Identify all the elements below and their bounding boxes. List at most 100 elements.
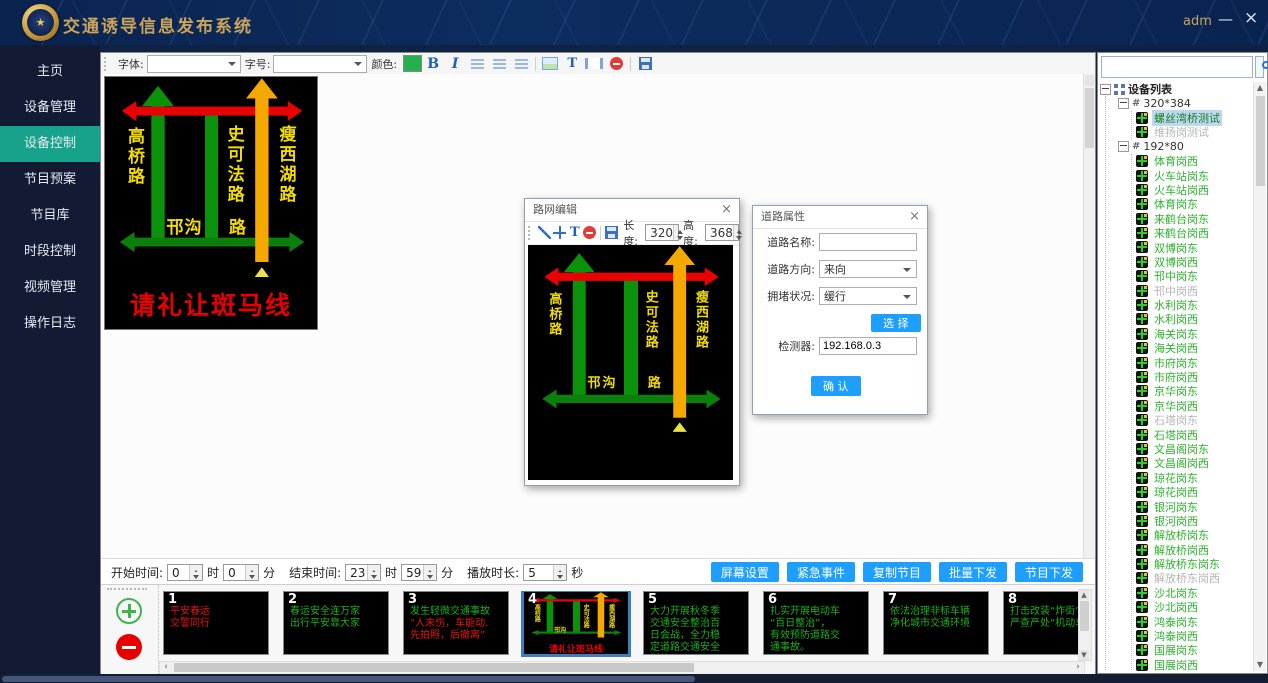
scroll-up-arrow[interactable] [1085,75,1094,86]
delete-button[interactable] [583,224,596,242]
close-icon[interactable]: × [1244,8,1258,28]
tree-device-item[interactable]: 文昌阁岗东 [1136,442,1255,456]
tree-device-item[interactable]: 海关岗东 [1136,327,1255,341]
action-button[interactable]: 批量下发 [939,562,1007,582]
color-swatch[interactable] [403,55,422,72]
tree-device-item[interactable]: 鸿泰岗东 [1136,614,1255,628]
sidebar-item[interactable]: 视频管理 [0,270,100,306]
columns-button[interactable] [584,55,604,73]
tree-device-item[interactable]: 解放桥岗东 [1136,528,1255,542]
tree-device-item[interactable]: 邗中岗东 [1136,269,1255,283]
action-button[interactable]: 复制节目 [863,562,931,582]
end-minute-spinner[interactable]: 59 [401,564,437,581]
tree-device-item[interactable]: 琼花岗西 [1136,485,1255,499]
select-button[interactable]: 选 择 [871,314,921,332]
sidebar-item[interactable]: 节目预案 [0,162,100,198]
tree-device-item[interactable]: 国展岗东 [1136,643,1255,657]
action-button[interactable]: 紧急事件 [787,562,855,582]
italic-button[interactable]: I [445,55,465,73]
sidebar-item[interactable]: 时段控制 [0,234,100,270]
led-sign-preview[interactable]: 高桥路 史可法路 瘦西湖路 邗沟 路 请礼让斑马线 [104,76,318,330]
tree-root[interactable]: 设备列表 [1100,82,1255,96]
tree-device-item[interactable]: 京华岗西 [1136,399,1255,413]
tree-device-item[interactable]: 邗中岗西 [1136,283,1255,297]
search-button[interactable] [1255,56,1264,78]
text-button[interactable]: T [568,224,581,242]
close-icon[interactable]: × [909,206,920,228]
tree-device-item[interactable]: 体育岗西 [1136,154,1255,168]
program-thumb[interactable]: 8 打击改装“炸街”严查严处“机动车 高桥路 史可法路 瘦西 [1003,591,1081,655]
tree-device-item[interactable]: 解放桥东岗西 [1136,571,1255,585]
sidebar-item[interactable]: 主页 [0,54,100,90]
action-button[interactable]: 屏幕设置 [711,562,779,582]
tree-device-item[interactable]: 石塔岗东 [1136,413,1255,427]
tree-device-item[interactable]: 体育岗东 [1136,197,1255,211]
green-middle-road[interactable] [624,274,637,399]
dialog-titlebar[interactable]: 道路属性 × [753,206,927,229]
tree-device-item[interactable]: 解放桥东岗东 [1136,557,1255,571]
scrollbar-thumb[interactable] [174,663,694,672]
thumbs-vertical-scrollbar[interactable]: ▲ ▼ [1078,589,1092,661]
tree-device-item[interactable]: 沙北岗东 [1136,586,1255,600]
scroll-right-arrow[interactable]: › [1072,662,1084,672]
program-thumb[interactable]: 1 平安春运交警同行 高桥路 史可法路 瘦西湖路 [163,591,269,655]
program-thumb[interactable]: 4 高桥路 史可法路 瘦西湖路 [523,591,629,655]
collapse-icon[interactable] [1118,141,1129,152]
scroll-up-arrow[interactable]: ▲ [1079,590,1089,600]
minimize-icon[interactable]: — [1218,10,1233,28]
sidebar-item[interactable]: 设备控制 [0,126,100,162]
save-button[interactable] [635,55,655,73]
confirm-button[interactable]: 确 认 [811,376,861,396]
bold-button[interactable]: B [423,55,443,73]
align-left-button[interactable] [467,55,487,73]
tree-device-item[interactable]: 火车站岗东 [1136,168,1255,182]
program-thumb[interactable]: 7 依法治理非标车辆净化城市交通环境 高桥路 史可法路 瘦西 [883,591,989,655]
tree-device-item[interactable]: 市府岗西 [1136,370,1255,384]
tree-device-item[interactable]: 双博岗东 [1136,240,1255,254]
tree-device-item[interactable]: 市府岗东 [1136,355,1255,369]
tree-device-item[interactable]: 螺丝湾桥测试 [1136,111,1255,125]
align-center-button[interactable] [489,55,509,73]
collapse-icon[interactable] [1118,98,1129,109]
road-direction-select[interactable]: 来向 [819,260,917,278]
detector-input[interactable] [819,337,917,355]
tree-device-item[interactable]: 来鹤台岗西 [1136,226,1255,240]
close-icon[interactable]: × [721,199,732,221]
tree-device-item[interactable]: 文昌阁岗西 [1136,456,1255,470]
font-select[interactable] [147,55,241,73]
logged-in-user[interactable]: adm [1183,14,1212,29]
canvas-vertical-scrollbar[interactable] [1083,74,1095,558]
tree-device-item[interactable]: 维扬岗测试 [1136,125,1255,139]
tree-device-item[interactable]: 解放桥岗西 [1136,543,1255,557]
insert-image-button[interactable] [540,55,560,73]
insert-text-button[interactable]: T [562,55,582,73]
height-spinner[interactable]: 368 [705,224,739,241]
scrollbar-thumb[interactable] [1085,88,1094,148]
tree-device-item[interactable]: 国展岗西 [1136,658,1255,671]
tree-device-item[interactable]: 水利岗西 [1136,312,1255,326]
collapse-icon[interactable] [1100,84,1111,95]
program-thumb[interactable]: 6 扎实开展电动车“百日整治”，有效预防道路交通事故。 高桥路 史可法路 [763,591,869,655]
tree-device-item[interactable]: 沙北岗西 [1136,600,1255,614]
scroll-up-arrow[interactable]: ▲ [1254,82,1266,94]
delete-button[interactable] [606,55,626,73]
draw-line-button[interactable] [538,224,551,242]
road-network-canvas[interactable]: 高桥路 史可法路 瘦西湖路 邗沟 路 请礼让斑马线 [528,245,733,480]
sidebar-item[interactable]: 操作日志 [0,306,100,342]
scrollbar-thumb[interactable] [2,676,695,682]
length-spinner[interactable]: 320 [645,224,679,241]
start-hour-spinner[interactable]: 0 [167,564,203,581]
add-program-button[interactable] [116,598,142,624]
tree-device-item[interactable]: 京华岗东 [1136,384,1255,398]
program-thumb[interactable]: 5 大力开展秋冬季交通安全整治百日会战，全力稳定道路交通安全形势！ 高桥路 史可… [643,591,749,655]
save-button[interactable] [605,224,618,242]
align-right-button[interactable] [511,55,531,73]
page-horizontal-scrollbar[interactable] [0,674,1268,683]
congestion-select[interactable]: 缓行 [819,287,917,305]
move-button[interactable] [553,224,566,242]
scrollbar-thumb[interactable] [1256,96,1265,186]
scroll-left-arrow[interactable]: ‹ [160,662,172,672]
tree-device-item[interactable]: 来鹤台岗东 [1136,212,1255,226]
tree-device-item[interactable]: 银河岗西 [1136,514,1255,528]
tree-group[interactable]: # 192*80 [1118,140,1255,154]
